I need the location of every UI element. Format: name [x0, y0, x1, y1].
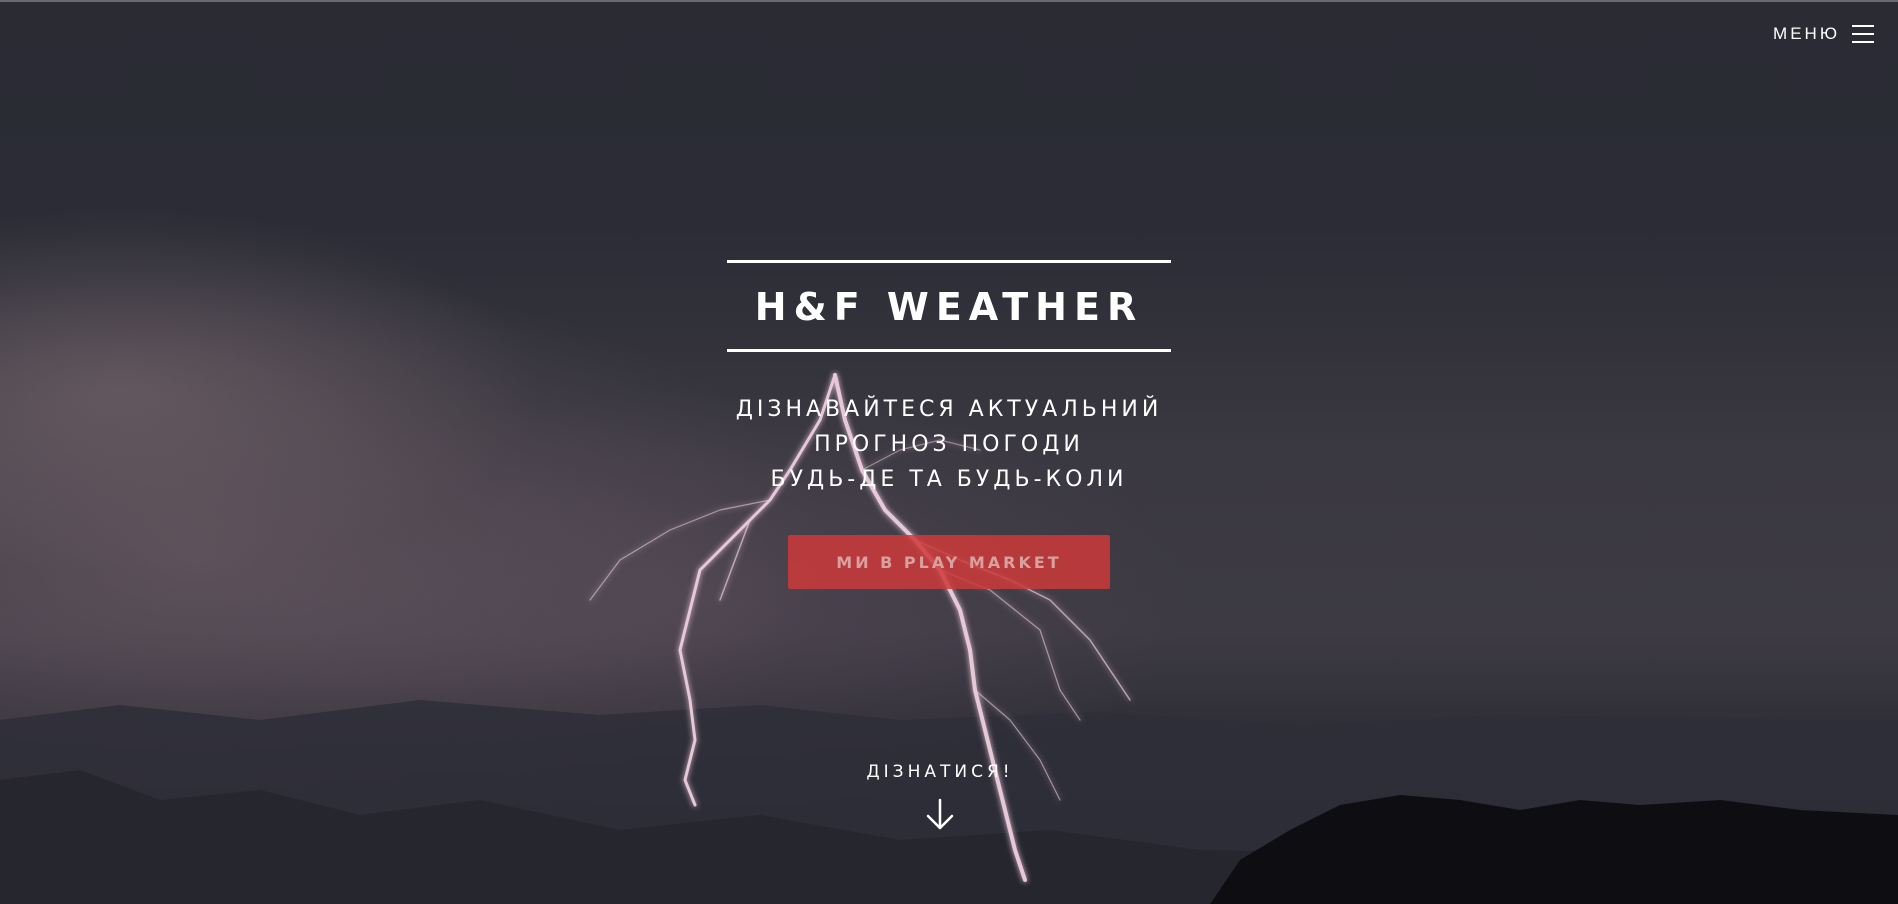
title-box: H&F WEATHER	[727, 260, 1171, 352]
arrow-down-icon	[926, 798, 954, 830]
play-market-button[interactable]: МИ В PLAY MARKET	[788, 535, 1110, 589]
menu-label: МЕНЮ	[1773, 24, 1840, 43]
subtitle-line: ПРОГНОЗ ПОГОДИ	[814, 432, 1084, 457]
learn-more-link[interactable]: ДІЗНАТИСЯ!	[0, 762, 1880, 832]
page-title: H&F WEATHER	[754, 285, 1144, 329]
subtitle-line: БУДЬ-ДЕ ТА БУДЬ-КОЛИ	[770, 467, 1128, 492]
subtitle-line: ДІЗНАВАЙТЕСЯ АКТУАЛЬНИЙ	[735, 397, 1163, 422]
hamburger-icon	[1852, 25, 1874, 43]
menu-toggle[interactable]: МЕНЮ	[1773, 24, 1874, 44]
hero-section: МЕНЮ H&F WEATHER ДІЗНАВАЙТЕСЯ АКТУАЛЬНИЙ…	[0, 0, 1898, 904]
learn-more-label: ДІЗНАТИСЯ!	[866, 762, 1014, 782]
hero-subtitle: ДІЗНАВАЙТЕСЯ АКТУАЛЬНИЙ ПРОГНОЗ ПОГОДИ Б…	[736, 392, 1163, 497]
hero-content: H&F WEATHER ДІЗНАВАЙТЕСЯ АКТУАЛЬНИЙ ПРОГ…	[0, 260, 1898, 589]
